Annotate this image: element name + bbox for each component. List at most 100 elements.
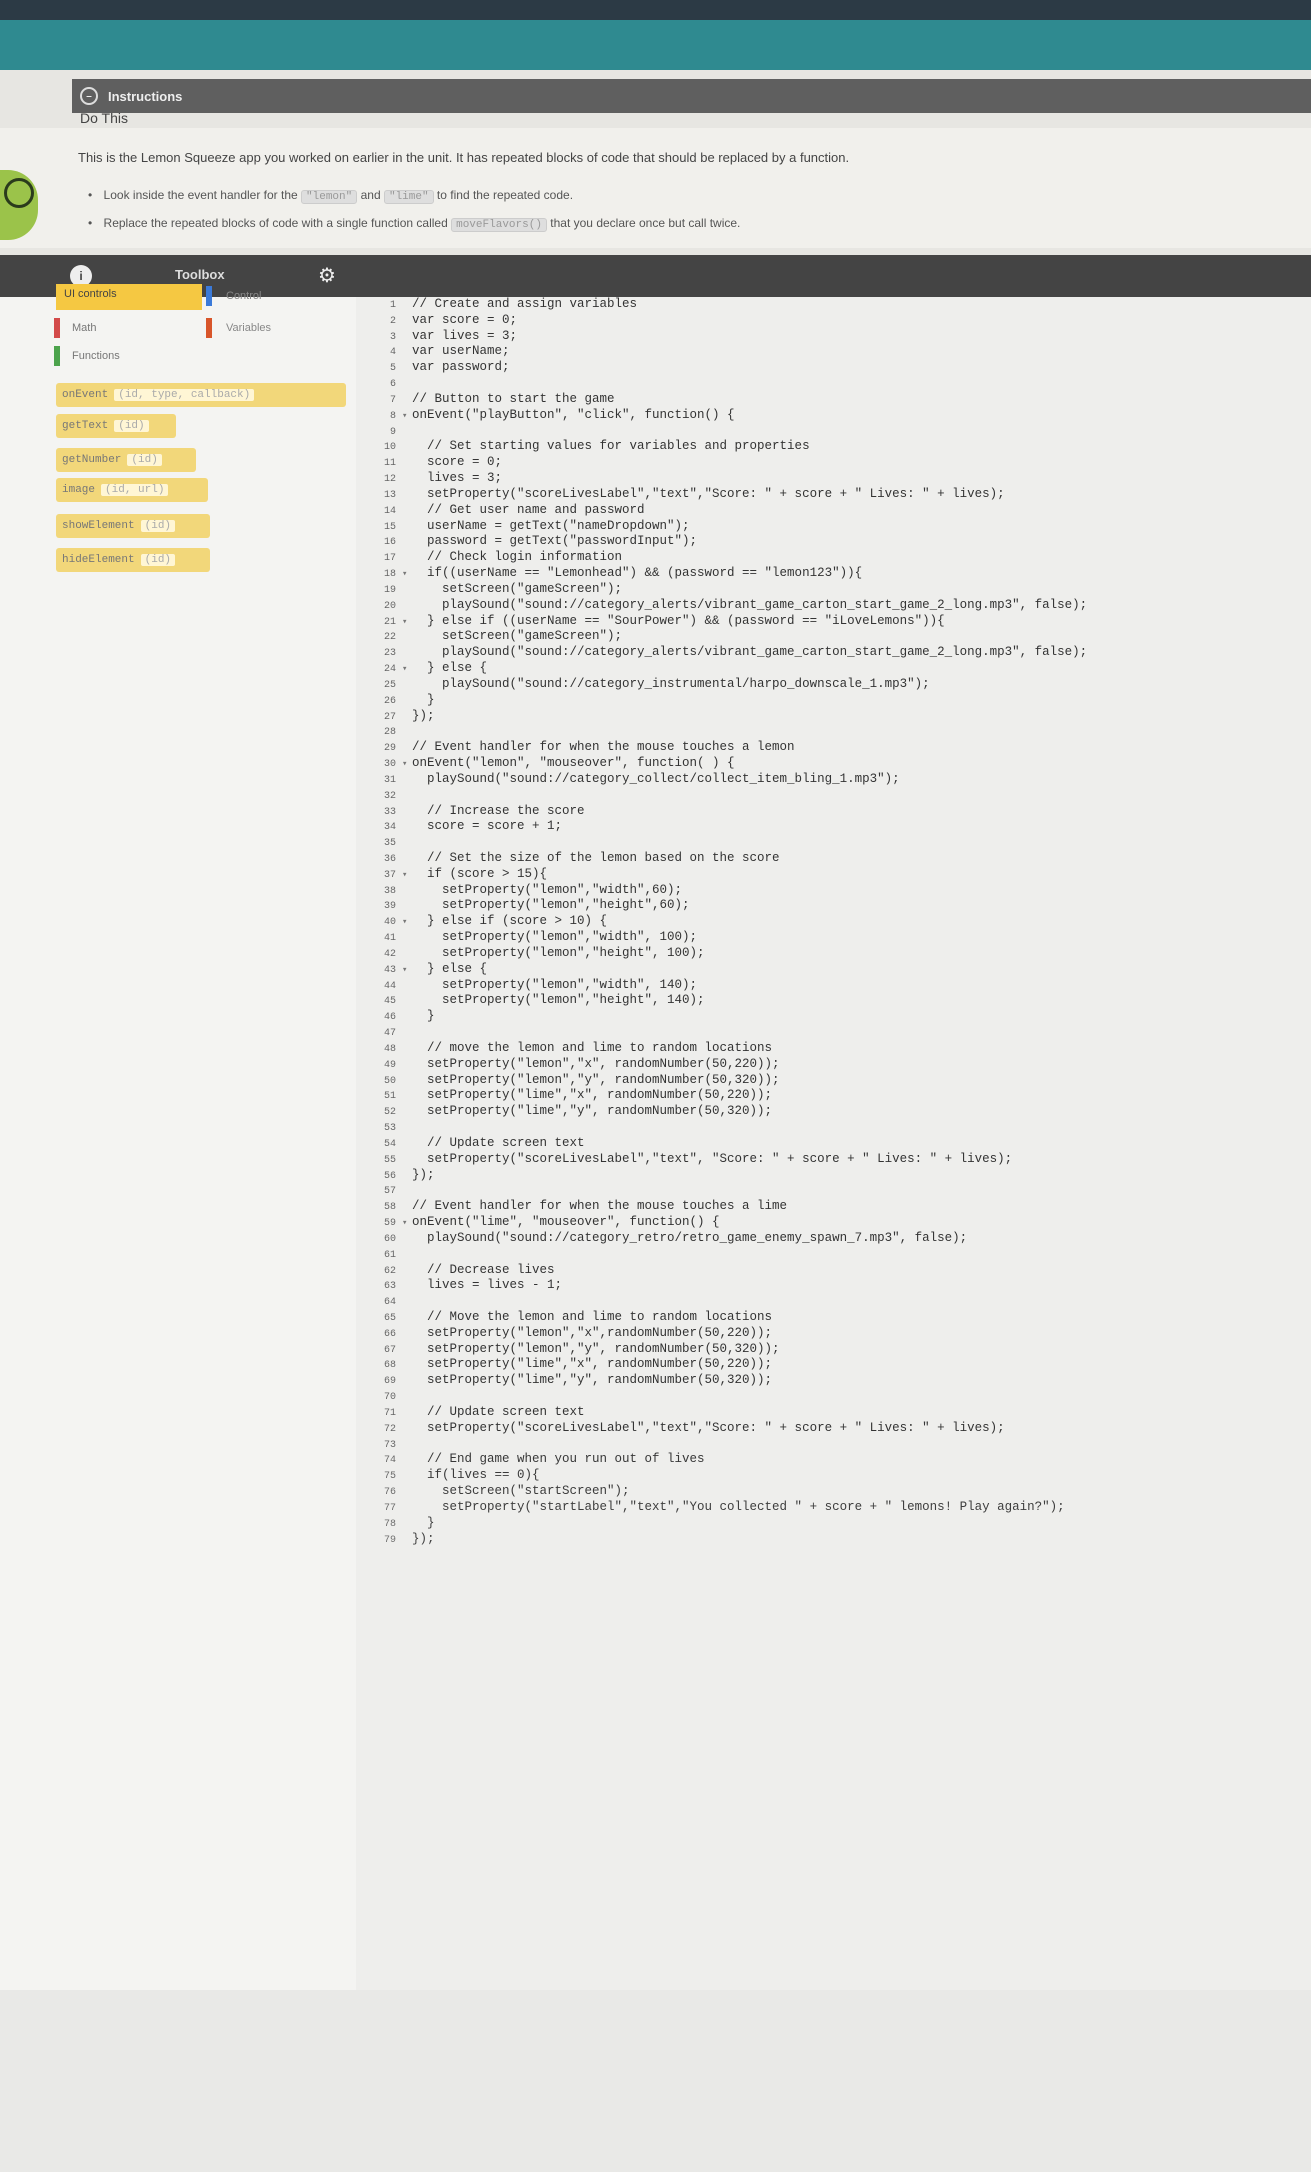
code-line[interactable]: 59 ▾ onEvent("lime", "mouseover", function… xyxy=(360,1215,1087,1231)
code-line[interactable]: 27}); xyxy=(360,709,1087,725)
code-line[interactable]: 60 playSound("sound://category_retro/ret… xyxy=(360,1231,1087,1247)
code-line[interactable]: 50 setProperty("lemon","y", randomNumber… xyxy=(360,1073,1087,1089)
code-line[interactable]: 71 // Update screen text xyxy=(360,1405,1087,1421)
code-line[interactable]: 75 if(lives == 0){ xyxy=(360,1468,1087,1484)
instructions-header[interactable]: – Instructions xyxy=(72,79,1311,113)
code-line[interactable]: 79}); xyxy=(360,1532,1087,1548)
code-line[interactable]: 19 setScreen("gameScreen"); xyxy=(360,582,1087,598)
code-line[interactable]: 23 playSound("sound://category_alerts/vi… xyxy=(360,645,1087,661)
code-line[interactable]: 33 // Increase the score xyxy=(360,804,1087,820)
block-getNumber[interactable]: getNumber (id) xyxy=(56,448,196,472)
code-line[interactable]: 31 playSound("sound://category_collect/c… xyxy=(360,772,1087,788)
code-line[interactable]: 65 // Move the lemon and lime to random … xyxy=(360,1310,1087,1326)
code-line[interactable]: 1 // Create and assign variables xyxy=(360,297,1087,313)
code-line[interactable]: 37 ▾ if (score > 15){ xyxy=(360,867,1087,883)
block-showElement[interactable]: showElement (id) xyxy=(56,514,210,538)
fold-arrow-icon[interactable]: ▾ xyxy=(402,567,412,583)
code-line[interactable]: 28 xyxy=(360,724,1087,740)
code-line[interactable]: 45 setProperty("lemon","height", 140); xyxy=(360,993,1087,1009)
fold-arrow-icon[interactable]: ▾ xyxy=(402,963,412,979)
code-line[interactable]: 73 xyxy=(360,1437,1087,1453)
fold-arrow-icon[interactable]: ▾ xyxy=(402,915,412,931)
code-line[interactable]: 29 // Event handler for when the mouse to… xyxy=(360,740,1087,756)
code-line[interactable]: 39 setProperty("lemon","height",60); xyxy=(360,898,1087,914)
code-line[interactable]: 42 setProperty("lemon","height", 100); xyxy=(360,946,1087,962)
code-line[interactable]: 56}); xyxy=(360,1168,1087,1184)
block-onEvent[interactable]: onEvent (id, type, callback) xyxy=(56,383,346,407)
code-line[interactable]: 35 xyxy=(360,835,1087,851)
code-line[interactable]: 64 xyxy=(360,1294,1087,1310)
code-line[interactable]: 74 // End game when you run out of lives xyxy=(360,1452,1087,1468)
code-line[interactable]: 12 lives = 3; xyxy=(360,471,1087,487)
code-line[interactable]: 72 setProperty("scoreLivesLabel","text",… xyxy=(360,1421,1087,1437)
code-line[interactable]: 49 setProperty("lemon","x", randomNumber… xyxy=(360,1057,1087,1073)
code-line[interactable]: 26 } xyxy=(360,693,1087,709)
block-hideElement[interactable]: hideElement (id) xyxy=(56,548,210,572)
code-line[interactable]: 21 ▾ } else if ((userName == "SourPower")… xyxy=(360,614,1087,630)
gear-icon[interactable]: ⚙ xyxy=(318,263,336,288)
code-line[interactable]: 77 setProperty("startLabel","text","You … xyxy=(360,1500,1087,1516)
category-variables[interactable]: Variables xyxy=(206,318,279,338)
category-control[interactable]: Control xyxy=(206,286,269,306)
code-line[interactable]: 70 xyxy=(360,1389,1087,1405)
code-line[interactable]: 22 setScreen("gameScreen"); xyxy=(360,629,1087,645)
code-line[interactable]: 4 var userName; xyxy=(360,344,1087,360)
code-line[interactable]: 43 ▾ } else { xyxy=(360,962,1087,978)
code-line[interactable]: 6 xyxy=(360,376,1087,392)
code-line[interactable]: 11 score = 0; xyxy=(360,455,1087,471)
code-line[interactable]: 3 var lives = 3; xyxy=(360,329,1087,345)
code-line[interactable]: 46 } xyxy=(360,1009,1087,1025)
code-line[interactable]: 16 password = getText("passwordInput"); xyxy=(360,534,1087,550)
code-line[interactable]: 14 // Get user name and password xyxy=(360,503,1087,519)
code-line[interactable]: 9 xyxy=(360,424,1087,440)
category-ui-controls[interactable]: UI controls xyxy=(56,284,202,310)
code-line[interactable]: 25 playSound("sound://category_instrumen… xyxy=(360,677,1087,693)
code-line[interactable]: 69 setProperty("lime","y", randomNumber(… xyxy=(360,1373,1087,1389)
code-line[interactable]: 61 xyxy=(360,1247,1087,1263)
collapse-icon[interactable]: – xyxy=(80,87,98,105)
block-getText[interactable]: getText (id) xyxy=(56,414,176,438)
fold-arrow-icon[interactable]: ▾ xyxy=(402,757,412,773)
code-line[interactable]: 15 userName = getText("nameDropdown"); xyxy=(360,519,1087,535)
code-line[interactable]: 20 playSound("sound://category_alerts/vi… xyxy=(360,598,1087,614)
fold-arrow-icon[interactable]: ▾ xyxy=(402,868,412,884)
code-line[interactable]: 2 var score = 0; xyxy=(360,313,1087,329)
fold-arrow-icon[interactable]: ▾ xyxy=(402,1216,412,1232)
code-lines[interactable]: 1 // Create and assign variables 2 var scor… xyxy=(360,297,1087,1547)
code-line[interactable]: 47 xyxy=(360,1025,1087,1041)
code-line[interactable]: 41 setProperty("lemon","width", 100); xyxy=(360,930,1087,946)
code-line[interactable]: 7 // Button to start the game xyxy=(360,392,1087,408)
code-line[interactable]: 78 } xyxy=(360,1516,1087,1532)
code-line[interactable]: 30 ▾ onEvent("lemon", "mouseover", functio… xyxy=(360,756,1087,772)
code-line[interactable]: 44 setProperty("lemon","width", 140); xyxy=(360,978,1087,994)
code-line[interactable]: 68 setProperty("lime","x", randomNumber(… xyxy=(360,1357,1087,1373)
code-line[interactable]: 36 // Set the size of the lemon based on… xyxy=(360,851,1087,867)
code-line[interactable]: 5 var password; xyxy=(360,360,1087,376)
code-line[interactable]: 67 setProperty("lemon","y", randomNumber… xyxy=(360,1342,1087,1358)
code-line[interactable]: 32 xyxy=(360,788,1087,804)
code-line[interactable]: 58 // Event handler for when the mouse to… xyxy=(360,1199,1087,1215)
code-line[interactable]: 24 ▾ } else { xyxy=(360,661,1087,677)
code-line[interactable]: 13 setProperty("scoreLivesLabel","text",… xyxy=(360,487,1087,503)
code-line[interactable]: 62 // Decrease lives xyxy=(360,1263,1087,1279)
code-line[interactable]: 34 score = score + 1; xyxy=(360,819,1087,835)
code-line[interactable]: 66 setProperty("lemon","x",randomNumber(… xyxy=(360,1326,1087,1342)
fold-arrow-icon[interactable]: ▾ xyxy=(402,409,412,425)
block-image[interactable]: image (id, url) xyxy=(56,478,208,502)
code-line[interactable]: 48 // move the lemon and lime to random … xyxy=(360,1041,1087,1057)
code-line[interactable]: 57 xyxy=(360,1183,1087,1199)
code-line[interactable]: 40 ▾ } else if (score > 10) { xyxy=(360,914,1087,930)
category-math[interactable]: Math xyxy=(54,318,104,338)
code-line[interactable]: 8 ▾ onEvent("playButton", "click", functio… xyxy=(360,408,1087,424)
code-line[interactable]: 17 // Check login information xyxy=(360,550,1087,566)
code-line[interactable]: 51 setProperty("lime","x", randomNumber(… xyxy=(360,1088,1087,1104)
level-bubble-icon[interactable] xyxy=(4,178,34,208)
code-line[interactable]: 63 lives = lives - 1; xyxy=(360,1278,1087,1294)
category-functions[interactable]: Functions xyxy=(54,346,128,366)
code-line[interactable]: 52 setProperty("lime","y", randomNumber(… xyxy=(360,1104,1087,1120)
code-line[interactable]: 18 ▾ if((userName == "Lemonhead") && (pas… xyxy=(360,566,1087,582)
code-line[interactable]: 38 setProperty("lemon","width",60); xyxy=(360,883,1087,899)
code-line[interactable]: 54 // Update screen text xyxy=(360,1136,1087,1152)
code-line[interactable]: 76 setScreen("startScreen"); xyxy=(360,1484,1087,1500)
fold-arrow-icon[interactable]: ▾ xyxy=(402,615,412,631)
